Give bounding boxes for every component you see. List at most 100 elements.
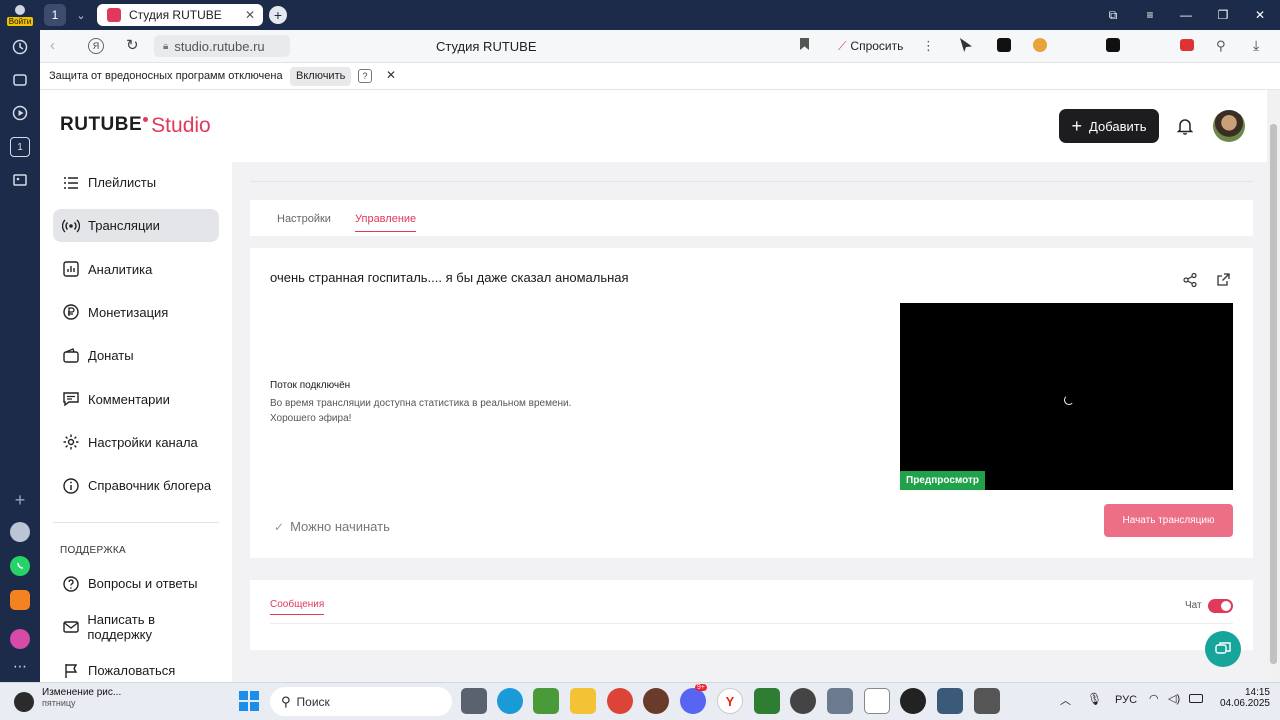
ext-icon-6[interactable]: ⚲ — [1216, 38, 1226, 54]
taskbar-search[interactable]: ⚲ Поиск — [270, 687, 452, 716]
lock-icon: 🔒︎ — [163, 40, 169, 52]
more-vert-icon[interactable]: ⋮ — [922, 38, 935, 54]
tab-settings[interactable]: Настройки — [277, 213, 331, 225]
play-icon[interactable] — [10, 103, 30, 123]
task-view-icon[interactable] — [461, 688, 487, 714]
new-tab-button[interactable]: + — [269, 6, 287, 24]
chrome-icon[interactable] — [607, 688, 633, 714]
clock[interactable]: 14:15 04.06.2025 — [1214, 687, 1270, 709]
notification-widget[interactable]: Изменение рис... пятницу — [14, 687, 121, 712]
plus-icon[interactable]: + — [10, 490, 30, 510]
download-icon[interactable]: ⤓ — [1253, 37, 1259, 54]
help-icon[interactable]: ? — [358, 69, 372, 83]
file-icon[interactable] — [864, 688, 890, 714]
lang-indicator[interactable]: РУС — [1115, 694, 1137, 706]
tray-chevron-icon[interactable]: ︿ — [1060, 692, 1071, 708]
preview-player[interactable]: Предпросмотр — [900, 303, 1233, 490]
cat-app-icon[interactable] — [790, 688, 816, 714]
image-icon[interactable] — [10, 170, 30, 190]
whatsapp-icon[interactable] — [10, 556, 30, 576]
explorer-icon[interactable] — [570, 688, 596, 714]
obs-icon[interactable] — [900, 688, 926, 714]
ask-button[interactable]: ⟋ Спросить — [832, 35, 909, 57]
close-tab-icon[interactable]: ✕ — [245, 8, 255, 22]
pixel-app-icon[interactable] — [974, 688, 1000, 714]
sidebar-item-5[interactable]: Комментарии — [53, 383, 219, 416]
sidebar-item-3[interactable]: Монетизация — [53, 296, 219, 329]
monitor-app-icon[interactable] — [937, 688, 963, 714]
bookmark-icon[interactable] — [800, 38, 809, 50]
yandex-browser-icon[interactable]: Y — [717, 688, 743, 714]
reload-icon[interactable]: ↻ — [126, 36, 139, 54]
enable-protection-button[interactable]: Включить — [290, 67, 352, 86]
menu-icon[interactable]: ≡ — [1141, 6, 1159, 24]
tab-rutube-studio[interactable]: Студия RUTUBE ✕ — [97, 4, 263, 26]
one-icon[interactable]: 1 — [10, 137, 30, 157]
tab-counter[interactable]: 1 — [44, 4, 66, 26]
sidebar-item-4[interactable]: Донаты — [53, 339, 219, 372]
back-icon[interactable]: ‹ — [50, 37, 55, 54]
restore-icon[interactable]: ❐ — [1214, 6, 1232, 24]
scrollbar-thumb[interactable] — [1270, 124, 1277, 664]
ext-icon-4[interactable] — [1106, 38, 1120, 52]
open-external-icon[interactable] — [1215, 272, 1231, 288]
bookmark-collections-icon[interactable]: ⧉ — [1104, 6, 1122, 24]
clock-icon[interactable] — [10, 37, 30, 57]
add-button[interactable]: + Добавить — [1059, 109, 1159, 143]
url-field[interactable]: 🔒︎ studio.rutube.ru — [154, 35, 290, 57]
page-scrollbar[interactable] — [1267, 90, 1280, 682]
chart-icon — [61, 259, 81, 279]
tabs-dropdown-icon[interactable]: ⌄ — [71, 5, 91, 25]
support-item-label: Вопросы и ответы — [88, 576, 198, 591]
widget-icon — [14, 692, 34, 712]
app-icon-a[interactable] — [827, 688, 853, 714]
chat-label: Чат — [1185, 600, 1202, 611]
profile-login[interactable]: Войти — [5, 3, 35, 29]
edge-icon[interactable] — [497, 688, 523, 714]
tab-management[interactable]: Управление — [355, 213, 417, 232]
windows-start-icon[interactable] — [239, 691, 259, 711]
collections-icon[interactable] — [10, 70, 30, 90]
share-icon[interactable] — [1182, 272, 1198, 288]
minecraft-icon[interactable] — [533, 688, 559, 714]
sidebar-item-2[interactable]: Аналитика — [53, 253, 219, 286]
ext-icon-3[interactable] — [1033, 38, 1047, 52]
sidebar-item-0[interactable]: Плейлисты — [53, 166, 219, 199]
user-icon — [15, 5, 25, 15]
close-infobar-icon[interactable]: ✕ — [386, 68, 396, 82]
ext-icon-5[interactable] — [1180, 39, 1194, 51]
chat-toggle[interactable] — [1208, 599, 1233, 613]
battery-icon[interactable] — [1189, 694, 1203, 703]
sidebar-item-label: Донаты — [88, 348, 134, 364]
mic-icon[interactable]: 🎙︎ — [1087, 692, 1102, 706]
tree-app-icon[interactable] — [754, 688, 780, 714]
ai-icon: ⟋ — [838, 38, 847, 53]
sidebar-item-label: Настройки канала — [88, 434, 198, 450]
discord-icon[interactable]: 9+ — [680, 684, 707, 714]
help-chat-fab[interactable] — [1205, 631, 1241, 667]
support-item-1[interactable]: Написать в поддержку — [53, 611, 219, 644]
logo-rutube: RUTUBE — [60, 114, 143, 135]
close-window-icon[interactable]: ✕ — [1251, 6, 1269, 24]
app-icon[interactable] — [10, 629, 30, 649]
support-item-0[interactable]: Вопросы и ответы — [53, 567, 219, 600]
support-item-2[interactable]: Пожаловаться — [53, 654, 219, 682]
minimize-icon[interactable]: — — [1177, 6, 1195, 24]
sidebar-item-6[interactable]: Настройки канала — [53, 426, 219, 459]
sidebar-item-7[interactable]: Справочник блогера — [53, 469, 219, 502]
more-icon[interactable]: ⋯ — [10, 656, 30, 676]
volume-icon[interactable]: ◁) — [1168, 692, 1180, 705]
avatar[interactable] — [1213, 110, 1245, 142]
odnoklassniki-icon[interactable] — [10, 590, 30, 610]
yandex-icon[interactable]: Я — [88, 38, 104, 54]
ext-icon-2[interactable] — [997, 38, 1011, 52]
cursor-ext-icon[interactable] — [960, 38, 972, 52]
messages-tab[interactable]: Сообщения — [270, 599, 325, 615]
start-broadcast-button[interactable]: Начать трансляцию — [1104, 504, 1233, 537]
chrome-ext-icon[interactable] — [10, 522, 30, 542]
wifi-icon[interactable]: ◠ — [1149, 692, 1159, 705]
game-icon[interactable] — [643, 688, 669, 714]
bell-icon[interactable] — [1176, 117, 1194, 135]
studio-logo[interactable]: RUTUBE Studio — [60, 114, 211, 138]
sidebar-item-1[interactable]: Трансляции — [53, 209, 219, 243]
